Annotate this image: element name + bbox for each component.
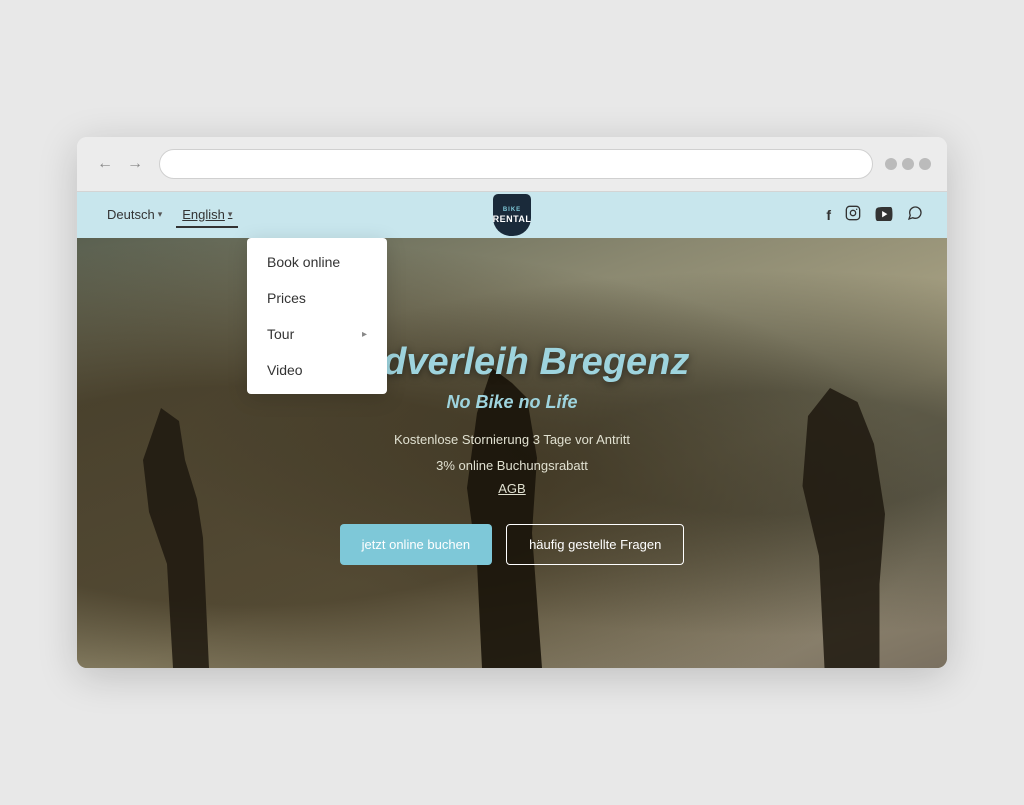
back-button[interactable]: ← (93, 153, 117, 175)
browser-menu-dots (885, 158, 931, 170)
address-bar[interactable] (159, 149, 873, 179)
logo-top-text: BIKE (503, 207, 521, 213)
hero-line2: 3% online Buchungsrabatt (335, 455, 690, 477)
logo-badge: BIKE RENTAL (493, 194, 531, 236)
website: Deutsch ▾ English ▾ BIKE RENTAL f (77, 192, 947, 668)
dot-1 (885, 158, 897, 170)
hero-title: Radverleih Bregenz (335, 341, 690, 384)
dropdown-item-tour[interactable]: Tour ▸ (247, 316, 387, 352)
dropdown-menu: Book online Prices Tour ▸ Video (247, 238, 387, 394)
social-icons: f (826, 205, 923, 226)
lang-english-button[interactable]: English ▾ (176, 203, 238, 228)
hero-section: Radverleih Bregenz No Bike no Life Koste… (77, 238, 947, 668)
hero-content: Radverleih Bregenz No Bike no Life Koste… (335, 341, 690, 565)
book-online-button[interactable]: jetzt online buchen (340, 524, 492, 565)
dropdown-item-prices[interactable]: Prices (247, 280, 387, 316)
youtube-icon[interactable] (875, 207, 893, 224)
hero-line1: Kostenlose Stornierung 3 Tage vor Antrit… (335, 429, 690, 451)
site-logo: BIKE RENTAL (493, 194, 531, 236)
tour-submenu-arrow-icon: ▸ (362, 329, 367, 340)
forward-button[interactable]: → (123, 153, 147, 175)
dropdown-item-book-online[interactable]: Book online (247, 244, 387, 280)
english-arrow-icon: ▾ (228, 209, 233, 220)
browser-chrome: ← → (77, 137, 947, 192)
hero-agb-link[interactable]: AGB (335, 481, 690, 496)
dot-2 (902, 158, 914, 170)
facebook-icon[interactable]: f (826, 207, 831, 223)
browser-window: ← → Deutsch ▾ English ▾ (77, 137, 947, 668)
hero-subtitle: No Bike no Life (335, 392, 690, 413)
faq-button[interactable]: häufig gestellte Fragen (506, 524, 684, 565)
browser-nav: ← → (93, 153, 147, 175)
dot-3 (919, 158, 931, 170)
instagram-icon[interactable] (845, 205, 861, 225)
dropdown-item-video[interactable]: Video (247, 352, 387, 388)
lang-deutsch-button[interactable]: Deutsch ▾ (101, 203, 168, 228)
logo-mid-text: RENTAL (493, 214, 532, 224)
hero-buttons: jetzt online buchen häufig gestellte Fra… (335, 524, 690, 565)
site-nav: Deutsch ▾ English ▾ BIKE RENTAL f (77, 192, 947, 238)
lang-group: Deutsch ▾ English ▾ (101, 203, 238, 228)
deutsch-arrow-icon: ▾ (158, 209, 163, 220)
whatsapp-icon[interactable] (907, 205, 923, 226)
